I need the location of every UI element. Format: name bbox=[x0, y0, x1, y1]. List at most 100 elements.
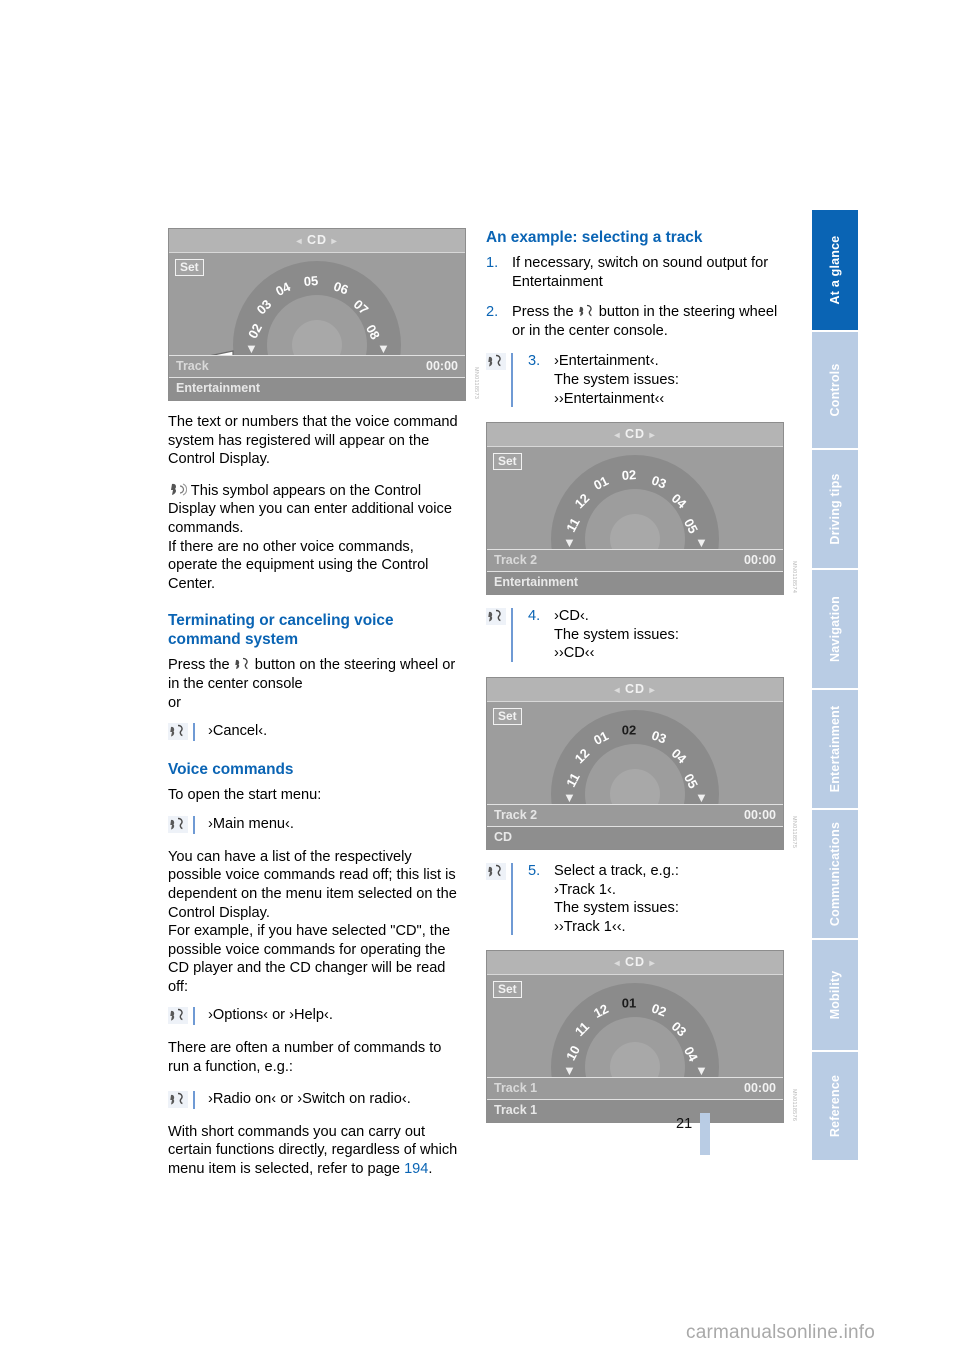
tab-label: Navigation bbox=[828, 596, 842, 662]
voice-step-line-3: ››Entertainment‹‹ bbox=[554, 390, 665, 407]
voice-command-icon bbox=[486, 353, 506, 371]
voice-step-line-4: ››Track 1‹‹. bbox=[554, 918, 626, 935]
site-watermark: carmanualsonline.info bbox=[686, 1322, 876, 1343]
heading-voice-commands: Voice commands bbox=[168, 761, 294, 779]
set-button[interactable]: Set bbox=[493, 981, 522, 999]
display-statusbar: Track 2 00:00 bbox=[487, 549, 783, 572]
next-arrow-icon: ▸ bbox=[649, 684, 656, 696]
track-dial[interactable]: 11 12 01 02 03 04 05 ▼ ▼ bbox=[551, 455, 719, 595]
control-display: ◂ CD ▸ Set 10 11 12 01 02 03 04 ▼ ▼ Trac… bbox=[486, 950, 784, 1124]
voice-command-icon bbox=[486, 608, 506, 626]
paragraph-number-of-commands: There are often a number of commands to … bbox=[168, 1040, 442, 1076]
display-screenshot-2: ◂ CD ▸ Set 11 12 01 02 03 04 05 ▼ ▼ Trac… bbox=[486, 422, 797, 596]
display-footbar: CD bbox=[487, 825, 783, 849]
set-button[interactable]: Set bbox=[175, 259, 204, 276]
status-track-label: Track bbox=[176, 359, 209, 373]
tab-label: At a glance bbox=[828, 235, 842, 305]
voice-command-main-menu: ›Main menu‹. bbox=[168, 815, 466, 835]
foot-label: Entertainment bbox=[494, 575, 579, 590]
voice-command-rule bbox=[511, 608, 513, 662]
status-track-label: Track 2 bbox=[494, 553, 538, 568]
voice-step-4: 4. ›CD‹. The system issues: ››CD‹‹ bbox=[486, 607, 784, 663]
step-2: 2. Press the button in the steering whee… bbox=[486, 303, 784, 340]
foot-label: Track 1 bbox=[494, 1103, 538, 1118]
tab-reference[interactable]: Reference bbox=[812, 1052, 858, 1160]
set-button[interactable]: Set bbox=[493, 453, 522, 471]
display-title-text: CD bbox=[624, 681, 646, 696]
display-footbar: Entertainment bbox=[487, 571, 783, 595]
section-tab-strip: At a glance Controls Driving tips Naviga… bbox=[812, 210, 858, 1160]
voice-step-line-3: The system issues: bbox=[554, 900, 679, 917]
dial-caret-right-icon: ▼ bbox=[695, 1063, 708, 1079]
voice-step-lines: ›CD‹. The system issues: ››CD‹‹ bbox=[554, 607, 784, 663]
display-title: ◂ CD ▸ bbox=[487, 955, 783, 969]
track-dial[interactable]: 10 11 12 01 02 03 04 ▼ ▼ bbox=[551, 983, 719, 1123]
page-number: 21 bbox=[676, 1116, 693, 1132]
tab-entertainment[interactable]: Entertainment bbox=[812, 690, 858, 808]
paragraph-symbol-note-text: This symbol appears on the Control Displ… bbox=[168, 482, 452, 536]
voice-symbol-icon bbox=[171, 483, 187, 496]
display-body: Set 11 12 01 02 03 04 05 ▼ ▼ bbox=[487, 447, 783, 595]
voice-step-line-3: ››CD‹‹ bbox=[554, 645, 595, 662]
press-the-text: Press the bbox=[168, 657, 230, 674]
period: . bbox=[428, 1160, 433, 1177]
display-footbar: Track 1 bbox=[487, 1099, 783, 1123]
display-titlebar: ◂ CD ▸ bbox=[487, 951, 783, 976]
display-footbar: Entertainment bbox=[169, 377, 465, 400]
dial-caret-left-icon: ▼ bbox=[563, 789, 576, 805]
display-titlebar: ◂ CD ▸ bbox=[487, 677, 783, 702]
next-arrow-icon: ▸ bbox=[331, 236, 338, 247]
voice-command-rule bbox=[193, 815, 195, 834]
paragraph-no-other-commands: If there are no other voice commands, op… bbox=[168, 538, 429, 592]
display-statusbar: Track 00:00 bbox=[169, 355, 465, 377]
dial-caret-right-icon: ▼ bbox=[695, 535, 708, 551]
page-reference-link[interactable]: 194 bbox=[404, 1161, 428, 1177]
status-track-label: Track 1 bbox=[494, 1081, 538, 1096]
track-dial[interactable]: 11 12 01 02 03 04 05 ▼ ▼ bbox=[551, 709, 719, 849]
voice-command-text: ›Options‹ or ›Help‹. bbox=[208, 1007, 333, 1024]
voice-button-icon bbox=[235, 658, 248, 670]
step-number: 4. bbox=[528, 608, 541, 625]
dial-caret-left-icon: ▼ bbox=[563, 1063, 576, 1079]
paragraph-press-button: Press the button on the steering wheel o… bbox=[168, 656, 466, 712]
control-display: ◂ CD ▸ Set 11 12 01 02 03 04 05 ▼ ▼ Trac… bbox=[486, 676, 784, 850]
heading-example-track: An example: selecting a track bbox=[486, 229, 703, 246]
dial-caret-right-icon: ▼ bbox=[377, 341, 390, 356]
voice-command-text: ›Cancel‹. bbox=[208, 723, 268, 740]
left-column: ◂ CD ▸ Set 02 03 04 05 06 07 08 ▼ ▼ Trac… bbox=[168, 228, 479, 1191]
display-screenshot-4: ◂ CD ▸ Set 10 11 12 01 02 03 04 ▼ ▼ Trac… bbox=[486, 950, 797, 1124]
manual-page: At a glance Controls Driving tips Naviga… bbox=[0, 0, 960, 1358]
tab-navigation[interactable]: Navigation bbox=[812, 570, 858, 688]
display-statusbar: Track 1 00:00 bbox=[487, 1077, 783, 1100]
tab-communications[interactable]: Communications bbox=[812, 810, 858, 938]
voice-button-icon bbox=[579, 305, 592, 317]
display-title-text: CD bbox=[624, 427, 646, 442]
tab-label: Controls bbox=[828, 363, 842, 417]
voice-command-rule bbox=[511, 862, 513, 936]
paragraph-registered-text: The text or numbers that the voice comma… bbox=[168, 414, 458, 468]
step-text: If necessary, switch on sound output for… bbox=[512, 255, 769, 290]
figure-code: MN0118573 bbox=[473, 366, 479, 399]
tab-at-a-glance[interactable]: At a glance bbox=[812, 210, 858, 330]
figure-code: MN0118576 bbox=[791, 1089, 797, 1122]
foot-label: Entertainment bbox=[176, 381, 261, 395]
track-dial[interactable]: 02 03 04 05 06 07 08 ▼ ▼ bbox=[233, 261, 401, 400]
tab-mobility[interactable]: Mobility bbox=[812, 940, 858, 1050]
dial-caret-left-icon: ▼ bbox=[245, 341, 258, 356]
voice-command-icon bbox=[168, 1090, 188, 1108]
tab-controls[interactable]: Controls bbox=[812, 332, 858, 448]
paragraph-list-readoff: You can have a list of the respectively … bbox=[168, 848, 457, 921]
voice-command-text: ›Main menu‹. bbox=[208, 815, 294, 832]
prev-arrow-icon: ◂ bbox=[614, 684, 621, 696]
voice-command-cancel: ›Cancel‹. bbox=[168, 722, 466, 742]
figure-code: MN0118574 bbox=[791, 560, 797, 594]
step-1: 1. If necessary, switch on sound output … bbox=[486, 254, 784, 291]
heading-terminating-voice: Terminating or canceling voice command s… bbox=[168, 612, 394, 649]
status-time: 00:00 bbox=[744, 553, 776, 568]
display-body: Set 11 12 01 02 03 04 05 ▼ ▼ bbox=[487, 701, 783, 849]
tab-driving-tips[interactable]: Driving tips bbox=[812, 450, 858, 568]
foot-label: CD bbox=[494, 829, 513, 844]
paragraph-symbol-note: This symbol appears on the Control Displ… bbox=[168, 482, 466, 594]
control-display: ◂ CD ▸ Set 02 03 04 05 06 07 08 ▼ ▼ Trac… bbox=[168, 228, 466, 401]
set-button[interactable]: Set bbox=[493, 707, 522, 725]
